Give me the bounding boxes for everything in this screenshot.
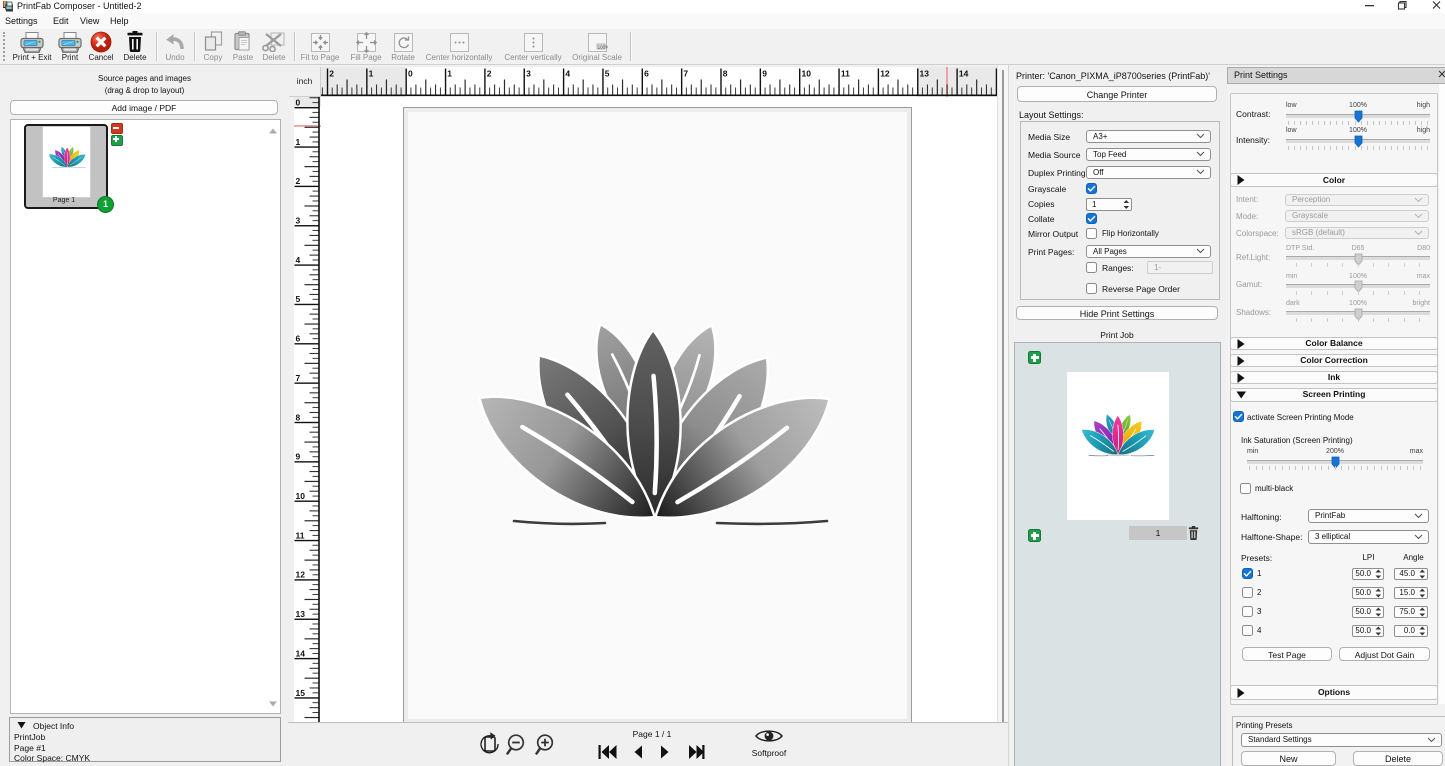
svg-text:1: 1	[296, 137, 301, 147]
svg-text:5: 5	[296, 294, 301, 304]
svg-text:12: 12	[296, 570, 306, 580]
svg-text:5: 5	[605, 69, 610, 79]
svg-text:0: 0	[408, 69, 413, 79]
svg-text:2: 2	[296, 176, 301, 186]
svg-text:6: 6	[296, 334, 301, 344]
svg-text:1: 1	[447, 69, 452, 79]
svg-text:9: 9	[296, 452, 301, 462]
svg-text:2: 2	[487, 69, 492, 79]
svg-text:13: 13	[296, 609, 306, 619]
svg-text:1: 1	[369, 69, 374, 79]
svg-text:3: 3	[296, 216, 301, 226]
svg-text:11: 11	[296, 530, 305, 540]
svg-text:10: 10	[296, 491, 306, 501]
svg-text:3: 3	[526, 69, 531, 79]
svg-text:7: 7	[296, 373, 301, 383]
svg-text:11: 11	[841, 69, 850, 79]
svg-text:0: 0	[296, 98, 301, 108]
svg-text:4: 4	[296, 255, 301, 265]
svg-text:6: 6	[644, 69, 649, 79]
svg-text:14: 14	[959, 69, 969, 79]
svg-text:2: 2	[329, 69, 334, 79]
svg-text:15: 15	[296, 688, 306, 698]
svg-text:7: 7	[683, 69, 688, 79]
svg-text:13: 13	[920, 69, 930, 79]
svg-text:100%: 100%	[598, 44, 608, 49]
svg-text:4: 4	[565, 69, 570, 79]
svg-text:14: 14	[296, 648, 306, 658]
svg-text:8: 8	[723, 69, 728, 79]
svg-text:8: 8	[296, 412, 301, 422]
svg-text:10: 10	[802, 69, 812, 79]
svg-text:9: 9	[762, 69, 767, 79]
svg-text:12: 12	[880, 69, 890, 79]
